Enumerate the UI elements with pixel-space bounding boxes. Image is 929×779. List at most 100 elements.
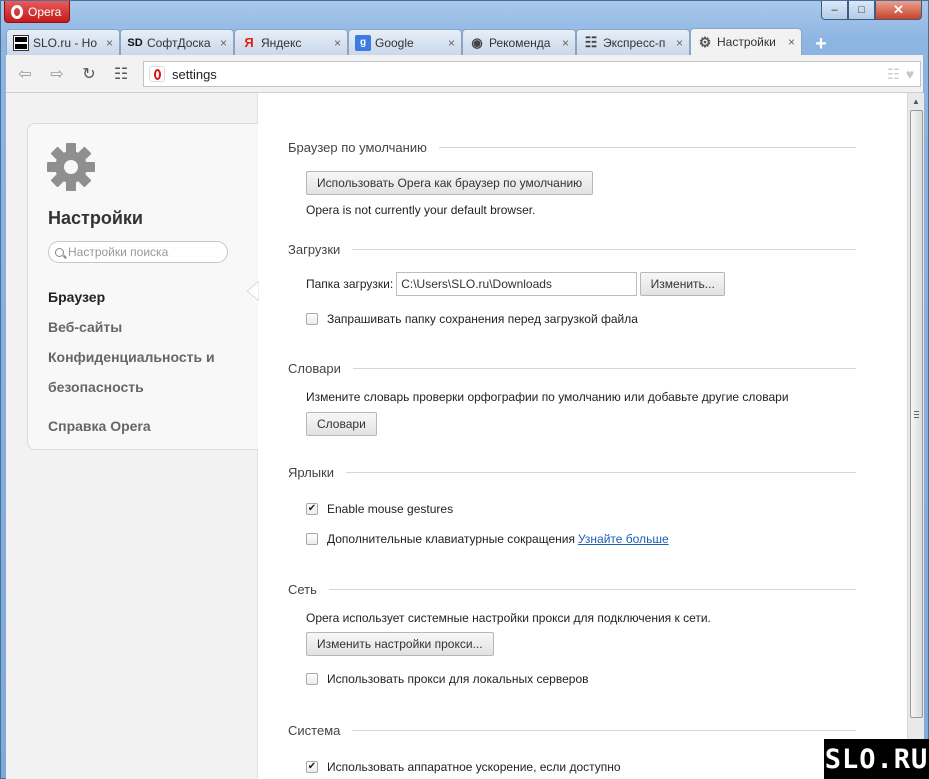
keyboard-shortcuts-label: Дополнительные клавиатурные сокращения	[327, 532, 575, 546]
sidebar-item-websites[interactable]: Веб-сайты	[48, 312, 248, 342]
opera-menu-button[interactable]: Opera	[4, 1, 70, 23]
section-title: Система	[288, 722, 341, 738]
speed-dial-icon: ☷	[584, 34, 598, 50]
settings-gear-icon	[47, 143, 95, 191]
opera-menu-label: Opera	[28, 4, 62, 19]
forward-button[interactable]: ⇨	[46, 63, 68, 85]
vertical-scrollbar[interactable]: ▲	[907, 93, 924, 779]
tab-title: SLO.ru - Но	[33, 35, 98, 50]
tab-title: Экспресс-п	[603, 35, 666, 50]
proxy-description: Opera использует системные настройки про…	[306, 611, 711, 625]
tab-close-icon[interactable]: ×	[106, 36, 113, 50]
tab-title: Настройки	[717, 35, 776, 49]
divider	[352, 367, 856, 369]
section-header: Ярлыки	[288, 462, 856, 482]
dictionaries-button[interactable]: Словари	[306, 412, 377, 436]
search-icon	[55, 247, 64, 257]
ask-folder-checkbox[interactable]	[306, 313, 318, 325]
ask-folder-label: Запрашивать папку сохранения перед загру…	[327, 312, 638, 326]
title-bar: Opera – □ ✕	[1, 1, 928, 27]
section-body: Папка загрузки: C:\Users\SLO.ru\Download…	[288, 272, 856, 326]
section-dictionaries: Словари Измените словарь проверки орфогр…	[288, 358, 856, 436]
section-body: ✔ Enable mouse gestures Дополнительные к…	[288, 502, 856, 546]
sidebar-item-help[interactable]: Справка Opera	[48, 411, 248, 441]
tab-slo[interactable]: SLO.ru - Но ×	[6, 29, 120, 55]
keyboard-shortcuts-row[interactable]: Дополнительные клавиатурные сокращения У…	[306, 532, 856, 546]
tab-title: СофтДоска	[147, 35, 211, 50]
sidebar-item-privacy[interactable]: Конфиденциальность и	[48, 342, 248, 372]
dictionaries-description: Измените словарь проверки орфографии по …	[306, 390, 789, 404]
sidebar-nav: Браузер Веб-сайты Конфиденциальность и б…	[48, 282, 248, 441]
tab-title: Рекоменда	[489, 35, 551, 50]
tab-recommendations[interactable]: ◉ Рекоменда ×	[462, 29, 576, 55]
new-tab-button[interactable]: +	[810, 33, 832, 55]
sidebar-item-privacy-line2[interactable]: безопасность	[48, 372, 248, 402]
watermark-logo: SLO.RU	[824, 739, 929, 779]
local-proxy-label: Использовать прокси для локальных сервер…	[327, 672, 589, 686]
back-button[interactable]: ⇦	[14, 63, 36, 85]
tab-close-icon[interactable]: ×	[562, 36, 569, 50]
tab-close-icon[interactable]: ×	[334, 36, 341, 50]
opera-logo-icon	[11, 4, 23, 19]
address-bar[interactable]: settings ☷ ♥	[143, 61, 921, 87]
tab-yandex[interactable]: Я Яндекс ×	[234, 29, 348, 55]
hw-accel-label: Использовать аппаратное ускорение, если …	[327, 760, 621, 774]
divider	[352, 248, 856, 250]
scrollbar-thumb[interactable]	[910, 110, 923, 718]
mouse-gestures-checkbox[interactable]: ✔	[306, 503, 318, 515]
download-folder-field[interactable]: C:\Users\SLO.ru\Downloads	[396, 272, 638, 296]
tab-bar: SLO.ru - Но × SD СофтДоска × Я Яндекс × …	[6, 28, 832, 55]
tab-close-icon[interactable]: ×	[788, 35, 795, 49]
section-header: Словари	[288, 358, 856, 378]
download-folder-label: Папка загрузки:	[306, 277, 394, 291]
mouse-gestures-row[interactable]: ✔ Enable mouse gestures	[306, 502, 856, 516]
tab-speed-dial[interactable]: ☷ Экспресс-п ×	[576, 29, 690, 55]
section-header: Сеть	[288, 579, 856, 599]
eye-icon: ◉	[471, 34, 483, 50]
change-proxy-button[interactable]: Изменить настройки прокси...	[306, 632, 494, 656]
maximize-button[interactable]: □	[848, 1, 875, 20]
download-folder-row: Папка загрузки: C:\Users\SLO.ru\Download…	[306, 272, 856, 296]
keyboard-shortcuts-checkbox[interactable]	[306, 533, 318, 545]
tab-title: Google	[375, 35, 414, 50]
section-body: Использовать Opera как браузер по умолча…	[288, 171, 856, 217]
slo-favicon-icon	[13, 34, 29, 51]
local-proxy-checkbox[interactable]	[306, 673, 318, 685]
tab-google[interactable]: g Google ×	[348, 29, 462, 55]
tab-close-icon[interactable]: ×	[220, 36, 227, 50]
minimize-button[interactable]: –	[821, 1, 848, 20]
local-proxy-row[interactable]: Использовать прокси для локальных сервер…	[306, 672, 856, 686]
section-header: Загрузки	[288, 239, 856, 259]
section-title: Браузер по умолчанию	[288, 139, 427, 155]
tab-settings[interactable]: ⚙ Настройки ×	[690, 28, 802, 55]
set-default-browser-button[interactable]: Использовать Opera как браузер по умолча…	[306, 171, 594, 195]
speed-dial-button[interactable]: ☷	[110, 63, 132, 85]
sd-favicon-icon: SD	[127, 36, 143, 49]
section-system: Система ✔ Использовать аппаратное ускоре…	[288, 720, 856, 774]
section-shortcuts: Ярлыки ✔ Enable mouse gestures Дополните…	[288, 462, 856, 546]
speed-dial-add-icon[interactable]: ☷	[887, 66, 900, 83]
divider	[352, 729, 856, 731]
learn-more-link[interactable]: Узнайте больше	[578, 532, 669, 546]
sidebar-item-browser[interactable]: Браузер	[48, 282, 248, 312]
section-header: Система	[288, 720, 856, 740]
hw-accel-row[interactable]: ✔ Использовать аппаратное ускорение, есл…	[306, 760, 856, 774]
reload-button[interactable]: ↻	[78, 63, 100, 85]
heart-icon[interactable]: ♥	[906, 66, 914, 83]
sidebar: Настройки Настройки поиска Браузер Веб-с…	[27, 123, 258, 450]
tab-softdoska[interactable]: SD СофтДоска ×	[120, 29, 234, 55]
section-body: Opera использует системные настройки про…	[288, 611, 856, 686]
change-folder-button[interactable]: Изменить...	[640, 272, 726, 296]
section-downloads: Загрузки Папка загрузки: C:\Users\SLO.ru…	[288, 239, 856, 326]
hw-accel-checkbox[interactable]: ✔	[306, 761, 318, 773]
tab-close-icon[interactable]: ×	[448, 36, 455, 50]
yandex-favicon-icon: Я	[244, 35, 254, 50]
divider	[346, 471, 856, 473]
tab-close-icon[interactable]: ×	[676, 36, 683, 50]
section-body: ✔ Использовать аппаратное ускорение, есл…	[288, 760, 856, 774]
settings-search-input[interactable]: Настройки поиска	[48, 241, 228, 263]
scroll-up-arrow-icon[interactable]: ▲	[908, 93, 924, 110]
ask-folder-row[interactable]: Запрашивать папку сохранения перед загру…	[306, 312, 856, 326]
section-title: Словари	[288, 360, 341, 376]
close-button[interactable]: ✕	[875, 1, 922, 20]
